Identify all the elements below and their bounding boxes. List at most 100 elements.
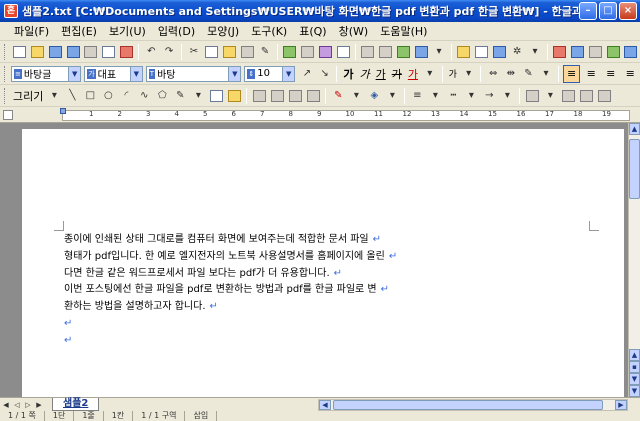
help-icon[interactable]	[623, 44, 639, 60]
rectangle-tool-icon[interactable]: □	[82, 88, 98, 104]
replace-icon[interactable]	[317, 44, 333, 60]
shape-icon[interactable]: ✲	[509, 44, 525, 60]
send-back-icon[interactable]	[305, 88, 321, 104]
image-icon[interactable]	[396, 44, 412, 60]
zoom-icon[interactable]	[570, 44, 586, 60]
line-dash-icon[interactable]: ┅	[445, 88, 461, 104]
font-select[interactable]: T 바탕 ▼	[145, 65, 242, 82]
find-icon[interactable]	[300, 44, 316, 60]
menu-edit[interactable]: 편집(E)	[55, 23, 103, 39]
menu-insert[interactable]: 입력(D)	[152, 23, 201, 39]
scroll-up-icon[interactable]: ▲	[629, 123, 640, 135]
print-icon[interactable]	[83, 44, 99, 60]
save-icon[interactable]	[48, 44, 64, 60]
chevron-down-icon[interactable]: ▼	[129, 66, 142, 81]
document-line[interactable]: 환하는 방법을 설명하고자 합니다. ↵	[64, 299, 604, 316]
horizontal-scrollbar[interactable]: ◀ ▶	[318, 399, 628, 411]
tab-next-icon[interactable]: ▷	[23, 400, 33, 410]
arrow-style-dropdown-icon[interactable]: ▾	[499, 88, 515, 104]
horizontal-scroll-thumb[interactable]	[333, 400, 603, 410]
char-width-icon[interactable]: ⇹	[503, 66, 519, 82]
link-icon[interactable]	[360, 44, 376, 60]
superscript-dropdown-icon[interactable]: ▾	[461, 66, 477, 82]
toolbar-grip[interactable]	[4, 87, 7, 104]
scroll-right-icon[interactable]: ▶	[615, 400, 627, 410]
menu-file[interactable]: 파일(F)	[8, 23, 55, 39]
scroll-down-icon[interactable]: ▼	[629, 385, 640, 397]
line-style-icon[interactable]: ≡	[409, 88, 425, 104]
page-icon[interactable]: ▪	[629, 361, 640, 373]
align-justify-icon[interactable]: ≡	[562, 64, 581, 83]
line-tool-icon[interactable]: ╲	[64, 88, 80, 104]
highlight-icon[interactable]: ✎	[521, 66, 537, 82]
vertical-scrollbar[interactable]: ▲ ▲ ▪ ▼ ▼	[628, 123, 640, 397]
menu-format[interactable]: 모양(J)	[201, 23, 245, 39]
menu-window[interactable]: 창(W)	[333, 23, 375, 39]
fill-color-icon[interactable]: ◈	[366, 88, 382, 104]
language-select[interactable]: 가 대표 ▼	[84, 65, 143, 82]
cut-icon[interactable]: ✂	[186, 44, 202, 60]
dictionary-icon[interactable]	[605, 44, 621, 60]
arc-tool-icon[interactable]: ◜	[118, 88, 134, 104]
chevron-down-icon[interactable]: ▼	[228, 66, 241, 81]
menu-tools[interactable]: 도구(K)	[245, 23, 293, 39]
freehand-dropdown-icon[interactable]: ▾	[190, 88, 206, 104]
toolbar-grip[interactable]	[4, 65, 7, 82]
indent-marker[interactable]	[60, 108, 66, 114]
goto-icon[interactable]	[335, 44, 351, 60]
chart-icon[interactable]	[456, 44, 472, 60]
document-body[interactable]: 종이에 인쇄된 상태 그대로를 컴퓨터 화면에 보여주는데 적합한 문서 파일 ↵…	[64, 232, 604, 350]
document-line[interactable]: 종이에 인쇄된 상태 그대로를 컴퓨터 화면에 보여주는데 적합한 문서 파일 ↵	[64, 232, 604, 249]
tab-sample2[interactable]: 샘플2	[52, 398, 100, 411]
scroll-left-icon[interactable]: ◀	[319, 400, 331, 410]
line-dash-dropdown-icon[interactable]: ▾	[463, 88, 479, 104]
draw-menu-button[interactable]: 그리기	[11, 88, 45, 104]
vertical-scroll-thumb[interactable]	[629, 139, 640, 199]
document-line[interactable]: 다면 한글 같은 워드프로세서 파일 보다는 pdf가 더 유용합니다. ↵	[64, 266, 604, 283]
strikethrough-button[interactable]: 가	[389, 66, 405, 82]
style-select[interactable]: ≡ 바탕글 ▼	[10, 65, 82, 82]
tab-prev-icon[interactable]: ◁	[12, 400, 22, 410]
symbol-icon[interactable]	[492, 44, 508, 60]
save-as-icon[interactable]	[65, 44, 81, 60]
align-center-icon[interactable]: ≡	[602, 65, 620, 83]
textbox-tool-icon[interactable]	[208, 88, 224, 104]
tab-first-icon[interactable]: ◀	[1, 400, 11, 410]
format-painter-icon[interactable]	[239, 44, 255, 60]
bring-front-icon[interactable]	[287, 88, 303, 104]
draw-dropdown-icon[interactable]: ▾	[46, 88, 62, 104]
minimize-button[interactable]: –	[579, 2, 597, 20]
paste-icon[interactable]	[222, 44, 238, 60]
shape-dropdown-icon[interactable]: ▾	[527, 44, 543, 60]
document-page[interactable]: 종이에 인쇄된 상태 그대로를 컴퓨터 화면에 보여주는데 적합한 문서 파일 ↵…	[22, 129, 624, 397]
tab-last-icon[interactable]: ▶	[34, 400, 44, 410]
status-insert-mode[interactable]: 삽입	[185, 411, 218, 421]
pen-icon[interactable]: ✎	[257, 44, 273, 60]
font-size-select[interactable]: ⇕ 10 ▼	[244, 65, 296, 82]
group-icon[interactable]	[251, 88, 267, 104]
view-icon[interactable]	[552, 44, 568, 60]
print-preview-icon[interactable]	[101, 44, 117, 60]
open-folder-icon[interactable]	[30, 44, 46, 60]
align-left-icon[interactable]: ≡	[582, 65, 600, 83]
menu-help[interactable]: 도움말(H)	[374, 23, 433, 39]
document-line[interactable]: ↵	[64, 333, 604, 350]
columns-icon[interactable]	[587, 44, 603, 60]
rotate-icon[interactable]	[560, 88, 576, 104]
polygon-tool-icon[interactable]: ⬠	[154, 88, 170, 104]
toolbar-grip[interactable]	[4, 43, 7, 60]
close-button[interactable]: ×	[619, 2, 637, 20]
spellcheck-icon[interactable]	[282, 44, 298, 60]
document-line[interactable]: 이번 포스팅에선 한글 파일을 pdf로 변환하는 방법과 pdf를 한글 파일…	[64, 282, 604, 299]
document-line[interactable]: ↵	[64, 316, 604, 333]
align-objects-icon[interactable]	[596, 88, 612, 104]
shadow-icon[interactable]	[524, 88, 540, 104]
ruler-track[interactable]: 1 2 3 4 5 6 7 8 9 10 11 12 13 14 15 16 17 18 19	[62, 110, 630, 121]
ellipse-tool-icon[interactable]: ○	[100, 88, 116, 104]
tab-type-icon[interactable]	[3, 110, 13, 120]
arrow-style-icon[interactable]: →	[481, 88, 497, 104]
highlight-dropdown-icon[interactable]: ▾	[538, 66, 554, 82]
bookmark-icon[interactable]	[378, 44, 394, 60]
app-icon[interactable]: 혼	[4, 4, 18, 18]
underline-button[interactable]: 가	[373, 66, 389, 82]
